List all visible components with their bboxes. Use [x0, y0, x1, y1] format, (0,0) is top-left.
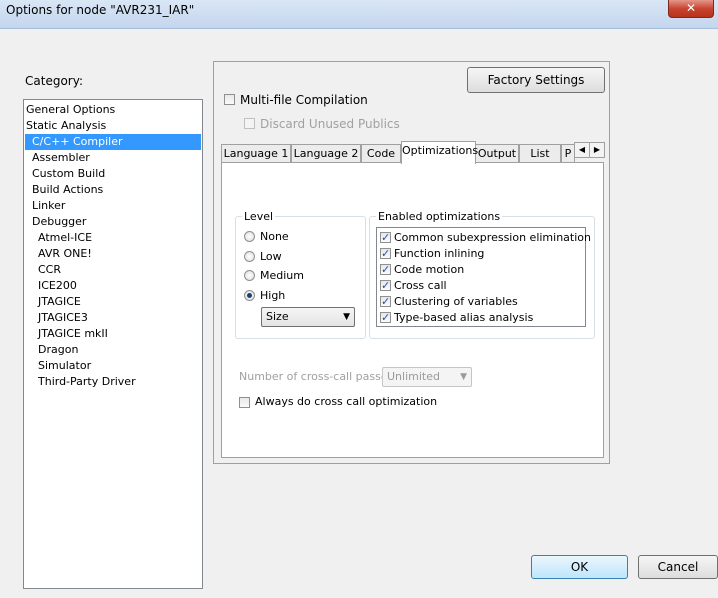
tab-output[interactable]: Output	[475, 144, 519, 163]
optimization-checkbox[interactable]	[380, 230, 391, 246]
category-item[interactable]: JTAGICE3	[24, 310, 88, 326]
chevron-right-icon: ▶	[593, 145, 601, 154]
optimization-checkbox[interactable]	[380, 278, 391, 294]
category-item[interactable]: Dragon	[24, 342, 78, 358]
category-item[interactable]: Assembler	[24, 150, 90, 166]
category-item[interactable]: Atmel-ICE	[24, 230, 92, 246]
optimization-checkbox[interactable]	[380, 246, 391, 262]
category-item[interactable]: C/C++ Compiler	[25, 134, 201, 150]
optimization-label: Type-based alias analysis	[394, 311, 534, 324]
optimization-label: Code motion	[394, 263, 465, 276]
level-radio-high[interactable]	[244, 289, 255, 301]
cancel-button[interactable]: Cancel	[638, 555, 718, 579]
optimization-checkbox[interactable]	[380, 294, 391, 310]
level-radio-none[interactable]	[244, 231, 255, 242]
category-label: Category:	[25, 74, 83, 88]
close-icon: ✕	[685, 1, 697, 15]
optimization-goal-select[interactable]: Size ▼	[261, 307, 355, 327]
category-item[interactable]: Custom Build	[24, 166, 105, 182]
enabled-optimizations-list[interactable]: Common subexpression elimination Function…	[376, 227, 591, 327]
cross-call-passes-value: Unlimited	[387, 370, 440, 383]
level-label-none: None	[260, 230, 289, 243]
category-item[interactable]: JTAGICE mkII	[24, 326, 108, 342]
level-radio-medium[interactable]	[244, 270, 255, 281]
always-cross-call-checkbox[interactable]	[239, 397, 250, 408]
title-bar: Options for node "AVR231_IAR" ✕	[0, 0, 718, 29]
optimization-label: Common subexpression elimination	[394, 231, 591, 244]
category-item[interactable]: Simulator	[24, 358, 91, 374]
tab-scroll-left-button[interactable]: ◀	[574, 142, 590, 158]
category-item[interactable]: ICE200	[24, 278, 77, 294]
window-title: Options for node "AVR231_IAR"	[6, 3, 195, 17]
tab-language-1[interactable]: Language 1	[221, 144, 291, 163]
level-label-medium: Medium	[260, 269, 304, 282]
category-list[interactable]: General Options Static Analysis C/C++ Comp…	[23, 99, 203, 589]
tab-language-2[interactable]: Language 2	[291, 144, 361, 163]
category-item[interactable]: Build Actions	[24, 182, 103, 198]
enabled-optimizations-legend: Enabled optimizations	[376, 210, 503, 223]
ok-button[interactable]: OK	[531, 555, 628, 579]
category-item[interactable]: AVR ONE!	[24, 246, 92, 262]
level-legend: Level	[242, 210, 276, 223]
optimization-label: Cross call	[394, 279, 447, 292]
level-label-high: High	[260, 288, 286, 302]
tab-optimizations[interactable]: Optimizations	[401, 141, 478, 164]
optimization-label: Clustering of variables	[394, 295, 518, 308]
chevron-down-icon: ▼	[460, 372, 467, 382]
category-item[interactable]: CCR	[24, 262, 61, 278]
discard-unused-label: Discard Unused Publics	[260, 117, 400, 131]
optimization-checkbox[interactable]	[380, 262, 391, 278]
always-cross-call-label: Always do cross call optimization	[255, 395, 438, 408]
level-label-low: Low	[260, 249, 282, 263]
multi-file-checkbox[interactable]	[224, 94, 235, 105]
tab-code[interactable]: Code	[361, 144, 401, 163]
multi-file-label: Multi-file Compilation	[240, 93, 368, 107]
tab-p[interactable]: P	[561, 144, 575, 163]
chevron-down-icon: ▼	[343, 312, 350, 322]
optimization-checkbox[interactable]	[380, 310, 391, 326]
discard-unused-checkbox[interactable]	[244, 118, 255, 129]
factory-settings-button[interactable]: Factory Settings	[467, 67, 605, 93]
cross-call-passes-select[interactable]: Unlimited ▼	[382, 367, 472, 387]
category-item[interactable]: Third-Party Driver	[24, 374, 136, 390]
level-radio-low[interactable]	[244, 250, 255, 262]
optimization-goal-value: Size	[266, 310, 289, 323]
category-item[interactable]: JTAGICE	[24, 294, 81, 310]
tab-list[interactable]: List	[519, 144, 561, 163]
cross-call-passes-label: Number of cross-call passes:	[239, 370, 398, 383]
category-item[interactable]: General Options	[24, 102, 115, 118]
category-item[interactable]: Linker	[24, 198, 65, 214]
chevron-left-icon: ◀	[578, 145, 586, 154]
optimization-label: Function inlining	[394, 247, 485, 260]
close-button[interactable]: ✕	[668, 0, 714, 18]
tab-scroll-right-button[interactable]: ▶	[589, 142, 605, 158]
category-item[interactable]: Debugger	[24, 214, 86, 230]
category-item[interactable]: Static Analysis	[24, 118, 106, 134]
